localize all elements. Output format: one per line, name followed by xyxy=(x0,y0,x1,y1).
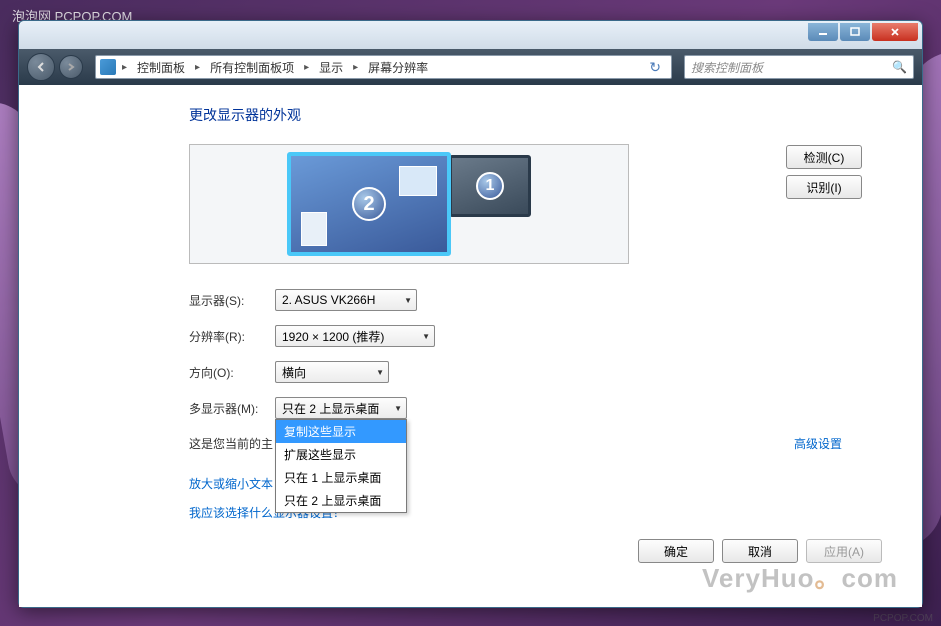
display-select[interactable]: 2. ASUS VK266H xyxy=(275,289,417,311)
monitor-2[interactable]: 2 xyxy=(287,152,451,256)
monitor-number: 1 xyxy=(476,172,504,200)
resolution-select[interactable]: 1920 × 1200 (推荐) xyxy=(275,325,435,347)
orientation-select[interactable]: 横向 xyxy=(275,361,389,383)
breadcrumb: ▸ 控制面板 ▸ 所有控制面板项 ▸ 显示 ▸ 屏幕分辨率 ↻ xyxy=(95,55,672,79)
dropdown-item[interactable]: 只在 2 上显示桌面 xyxy=(276,489,406,512)
chevron-right-icon[interactable]: ▸ xyxy=(191,62,204,73)
multi-display-select[interactable]: 只在 2 上显示桌面 xyxy=(275,397,407,419)
chevron-right-icon[interactable]: ▸ xyxy=(118,62,131,73)
nav-forward-button[interactable] xyxy=(59,55,83,79)
titlebar xyxy=(19,21,922,49)
control-panel-window: ▸ 控制面板 ▸ 所有控制面板项 ▸ 显示 ▸ 屏幕分辨率 ↻ 搜索控制面板 🔍… xyxy=(18,20,923,608)
navigation-bar: ▸ 控制面板 ▸ 所有控制面板项 ▸ 显示 ▸ 屏幕分辨率 ↻ 搜索控制面板 🔍 xyxy=(19,49,922,85)
control-panel-icon[interactable] xyxy=(100,59,116,75)
content-area: 更改显示器的外观 2 1 检测(C) 识别(I) 显示器(S): 2. ASUS… xyxy=(19,85,922,607)
breadcrumb-item[interactable]: 控制面板 xyxy=(133,57,189,78)
advanced-settings-link[interactable]: 高级设置 xyxy=(794,435,842,452)
close-button[interactable] xyxy=(872,23,918,41)
chevron-right-icon[interactable]: ▸ xyxy=(349,62,362,73)
refresh-icon[interactable]: ↻ xyxy=(643,59,667,76)
identify-button[interactable]: 识别(I) xyxy=(786,175,862,199)
chevron-right-icon[interactable]: ▸ xyxy=(300,62,313,73)
dropdown-item[interactable]: 复制这些显示 xyxy=(276,420,406,443)
search-placeholder: 搜索控制面板 xyxy=(691,59,763,76)
resolution-label: 分辨率(R): xyxy=(189,328,275,345)
monitor-number: 2 xyxy=(352,187,386,221)
breadcrumb-item[interactable]: 所有控制面板项 xyxy=(206,57,298,78)
search-input[interactable]: 搜索控制面板 🔍 xyxy=(684,55,914,79)
search-icon: 🔍 xyxy=(892,60,907,74)
watermark-bottom: VeryHuo。com xyxy=(702,558,898,595)
minimize-button[interactable] xyxy=(808,23,838,41)
dropdown-item[interactable]: 扩展这些显示 xyxy=(276,443,406,466)
main-display-text: 这是您当前的主 xyxy=(189,437,273,451)
breadcrumb-item[interactable]: 显示 xyxy=(315,57,347,78)
dropdown-item[interactable]: 只在 1 上显示桌面 xyxy=(276,466,406,489)
display-label: 显示器(S): xyxy=(189,292,275,309)
page-title: 更改显示器的外观 xyxy=(189,105,882,125)
nav-back-button[interactable] xyxy=(27,53,55,81)
detect-button[interactable]: 检测(C) xyxy=(786,145,862,169)
maximize-button[interactable] xyxy=(840,23,870,41)
multi-display-label: 多显示器(M): xyxy=(189,400,275,417)
watermark-small: PCPOP.COM xyxy=(873,613,933,624)
monitor-1[interactable]: 1 xyxy=(449,155,531,217)
orientation-label: 方向(O): xyxy=(189,364,275,381)
multi-display-dropdown: 复制这些显示 扩展这些显示 只在 1 上显示桌面 只在 2 上显示桌面 xyxy=(275,419,407,513)
display-preview: 2 1 xyxy=(189,144,629,264)
breadcrumb-item[interactable]: 屏幕分辨率 xyxy=(364,57,432,78)
